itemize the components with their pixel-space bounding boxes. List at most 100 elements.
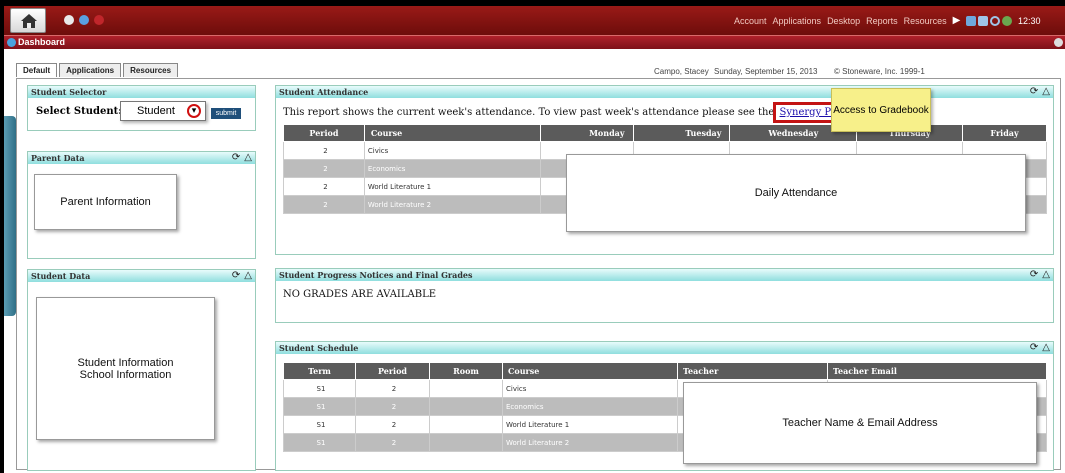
course-cell: Economics xyxy=(502,397,678,416)
home-icon xyxy=(21,14,37,28)
panel-title: Student Schedule ⟳ △ xyxy=(276,342,1053,354)
menu-applications[interactable]: Applications xyxy=(773,16,822,26)
panel-title: Student Attendance ⟳ △ xyxy=(276,86,1053,98)
collapse-icon[interactable]: △ xyxy=(244,270,252,282)
period-cell: 2 xyxy=(283,177,365,196)
progress-notices-panel: Student Progress Notices and Final Grade… xyxy=(275,268,1054,323)
app-icon[interactable] xyxy=(64,15,74,25)
panel-controls: ⟳ △ xyxy=(1030,342,1050,354)
globe-icon[interactable] xyxy=(79,15,89,25)
period-cell: 2 xyxy=(355,433,430,452)
menu-desktop[interactable]: Desktop xyxy=(827,16,860,26)
student-information-label: Student Information xyxy=(77,356,174,369)
user-name: Campo, Stacey xyxy=(654,67,709,76)
attendance-intro-text: This report shows the current week's att… xyxy=(283,107,775,118)
student-selector-panel: Student Selector Select Student: Student… xyxy=(27,85,256,131)
top-bar: Account Applications Desktop Reports Res… xyxy=(4,6,1065,35)
tab-resources[interactable]: Resources xyxy=(123,63,179,77)
dashboard-content: Student Selector Select Student: Student… xyxy=(16,78,1061,471)
panel-title: Student Progress Notices and Final Grade… xyxy=(276,269,1053,281)
table-header-row: Term Period Room Course Teacher Teacher … xyxy=(283,362,1047,380)
term-cell: S1 xyxy=(283,379,356,398)
progress-title: Student Progress Notices and Final Grade… xyxy=(279,270,473,280)
copyright: © Stoneware, Inc. 1999-1 xyxy=(834,67,925,76)
system-tray: 12:30 xyxy=(966,6,1041,35)
panel-controls: ⟳ △ xyxy=(232,152,252,164)
tab-default[interactable]: Default xyxy=(16,63,58,77)
period-cell: 2 xyxy=(355,379,430,398)
refresh-icon[interactable]: ⟳ xyxy=(1030,86,1038,98)
play-arrow-icon[interactable]: ▶ xyxy=(953,15,961,26)
tray-check-icon-2[interactable] xyxy=(978,15,988,26)
course-cell: World Literature 2 xyxy=(363,195,541,214)
home-button[interactable] xyxy=(10,8,46,33)
current-date: Sunday, September 15, 2013 xyxy=(714,67,818,76)
student-data-title: Student Data xyxy=(31,271,91,281)
col-period: Period xyxy=(355,362,430,380)
student-attendance-panel: Student Attendance ⟳ △ This report shows … xyxy=(275,85,1054,255)
schedule-title: Student Schedule xyxy=(279,343,359,353)
teacher-info-overlay: Teacher Name & Email Address xyxy=(683,382,1037,464)
attendance-title: Student Attendance xyxy=(279,87,369,97)
student-select[interactable]: Student ▾ xyxy=(120,101,206,121)
school-information-label: School Information xyxy=(79,368,172,381)
panel-controls: ⟳ △ xyxy=(1030,86,1050,98)
course-cell: World Literature 1 xyxy=(363,177,541,196)
col-teacher: Teacher xyxy=(677,362,828,380)
window-title-bar: Dashboard xyxy=(4,35,1065,49)
tab-bar: Default Applications Resources xyxy=(16,63,180,77)
course-cell: World Literature 1 xyxy=(502,415,678,434)
refresh-icon[interactable]: ⟳ xyxy=(1030,269,1038,281)
student-data-panel: Student Data ⟳ △ Student Information Scho… xyxy=(27,269,256,471)
collapse-icon[interactable]: △ xyxy=(1042,86,1050,98)
period-cell: 2 xyxy=(283,159,365,178)
col-monday: Monday xyxy=(539,124,634,142)
term-cell: S1 xyxy=(283,433,356,452)
refresh-icon[interactable]: ⟳ xyxy=(232,270,240,282)
period-cell: 2 xyxy=(355,415,430,434)
menu-reports[interactable]: Reports xyxy=(866,16,898,26)
term-cell: S1 xyxy=(283,415,356,434)
close-icon[interactable] xyxy=(1054,38,1063,47)
gradebook-callout: Access to Gradebook xyxy=(831,88,931,132)
refresh-icon[interactable]: ⟳ xyxy=(1030,342,1038,354)
col-course: Course xyxy=(363,124,541,142)
desktop-frame: Account Applications Desktop Reports Res… xyxy=(4,6,1065,473)
chevron-down-icon[interactable]: ▾ xyxy=(187,104,201,118)
student-schedule-panel: Student Schedule ⟳ △ Term Period Room Cou… xyxy=(275,341,1054,471)
col-teacher-email: Teacher Email xyxy=(827,362,1047,380)
side-scroll-handle[interactable] xyxy=(4,116,16,316)
tray-check-icon[interactable] xyxy=(966,15,976,26)
status-icon[interactable] xyxy=(94,15,104,25)
col-term: Term xyxy=(283,362,356,380)
refresh-icon[interactable]: ⟳ xyxy=(232,152,240,164)
term-cell: S1 xyxy=(283,397,356,416)
parent-data-panel: Parent Data ⟳ △ Parent Information xyxy=(27,151,256,259)
course-cell: World Literature 2 xyxy=(502,433,678,452)
window-title: Dashboard xyxy=(18,37,66,47)
room-cell xyxy=(429,397,503,416)
menu-resources[interactable]: Resources xyxy=(904,16,947,26)
panel-controls: ⟳ △ xyxy=(1030,269,1050,281)
period-cell: 2 xyxy=(355,397,430,416)
panel-title: Parent Data ⟳ △ xyxy=(28,152,255,164)
tab-applications[interactable]: Applications xyxy=(59,63,122,77)
col-friday: Friday xyxy=(962,124,1047,142)
course-cell: Economics xyxy=(363,159,541,178)
collapse-icon[interactable]: △ xyxy=(1042,269,1050,281)
table-header-row: Period Course Monday Tuesday Wednesday T… xyxy=(283,124,1047,142)
refresh-icon[interactable] xyxy=(990,15,1000,26)
course-cell: Civics xyxy=(502,379,678,398)
room-cell xyxy=(429,433,503,452)
submit-button[interactable]: submit xyxy=(211,108,241,119)
panel-title: Student Selector xyxy=(28,86,255,98)
room-cell xyxy=(429,415,503,434)
period-cell: 2 xyxy=(283,195,365,214)
col-room: Room xyxy=(429,362,503,380)
collapse-icon[interactable]: △ xyxy=(1042,342,1050,354)
collapse-icon[interactable]: △ xyxy=(244,152,252,164)
daily-attendance-overlay: Daily Attendance xyxy=(566,154,1026,232)
menu-account[interactable]: Account xyxy=(734,16,767,26)
room-cell xyxy=(429,379,503,398)
parent-information-box: Parent Information xyxy=(34,174,177,230)
